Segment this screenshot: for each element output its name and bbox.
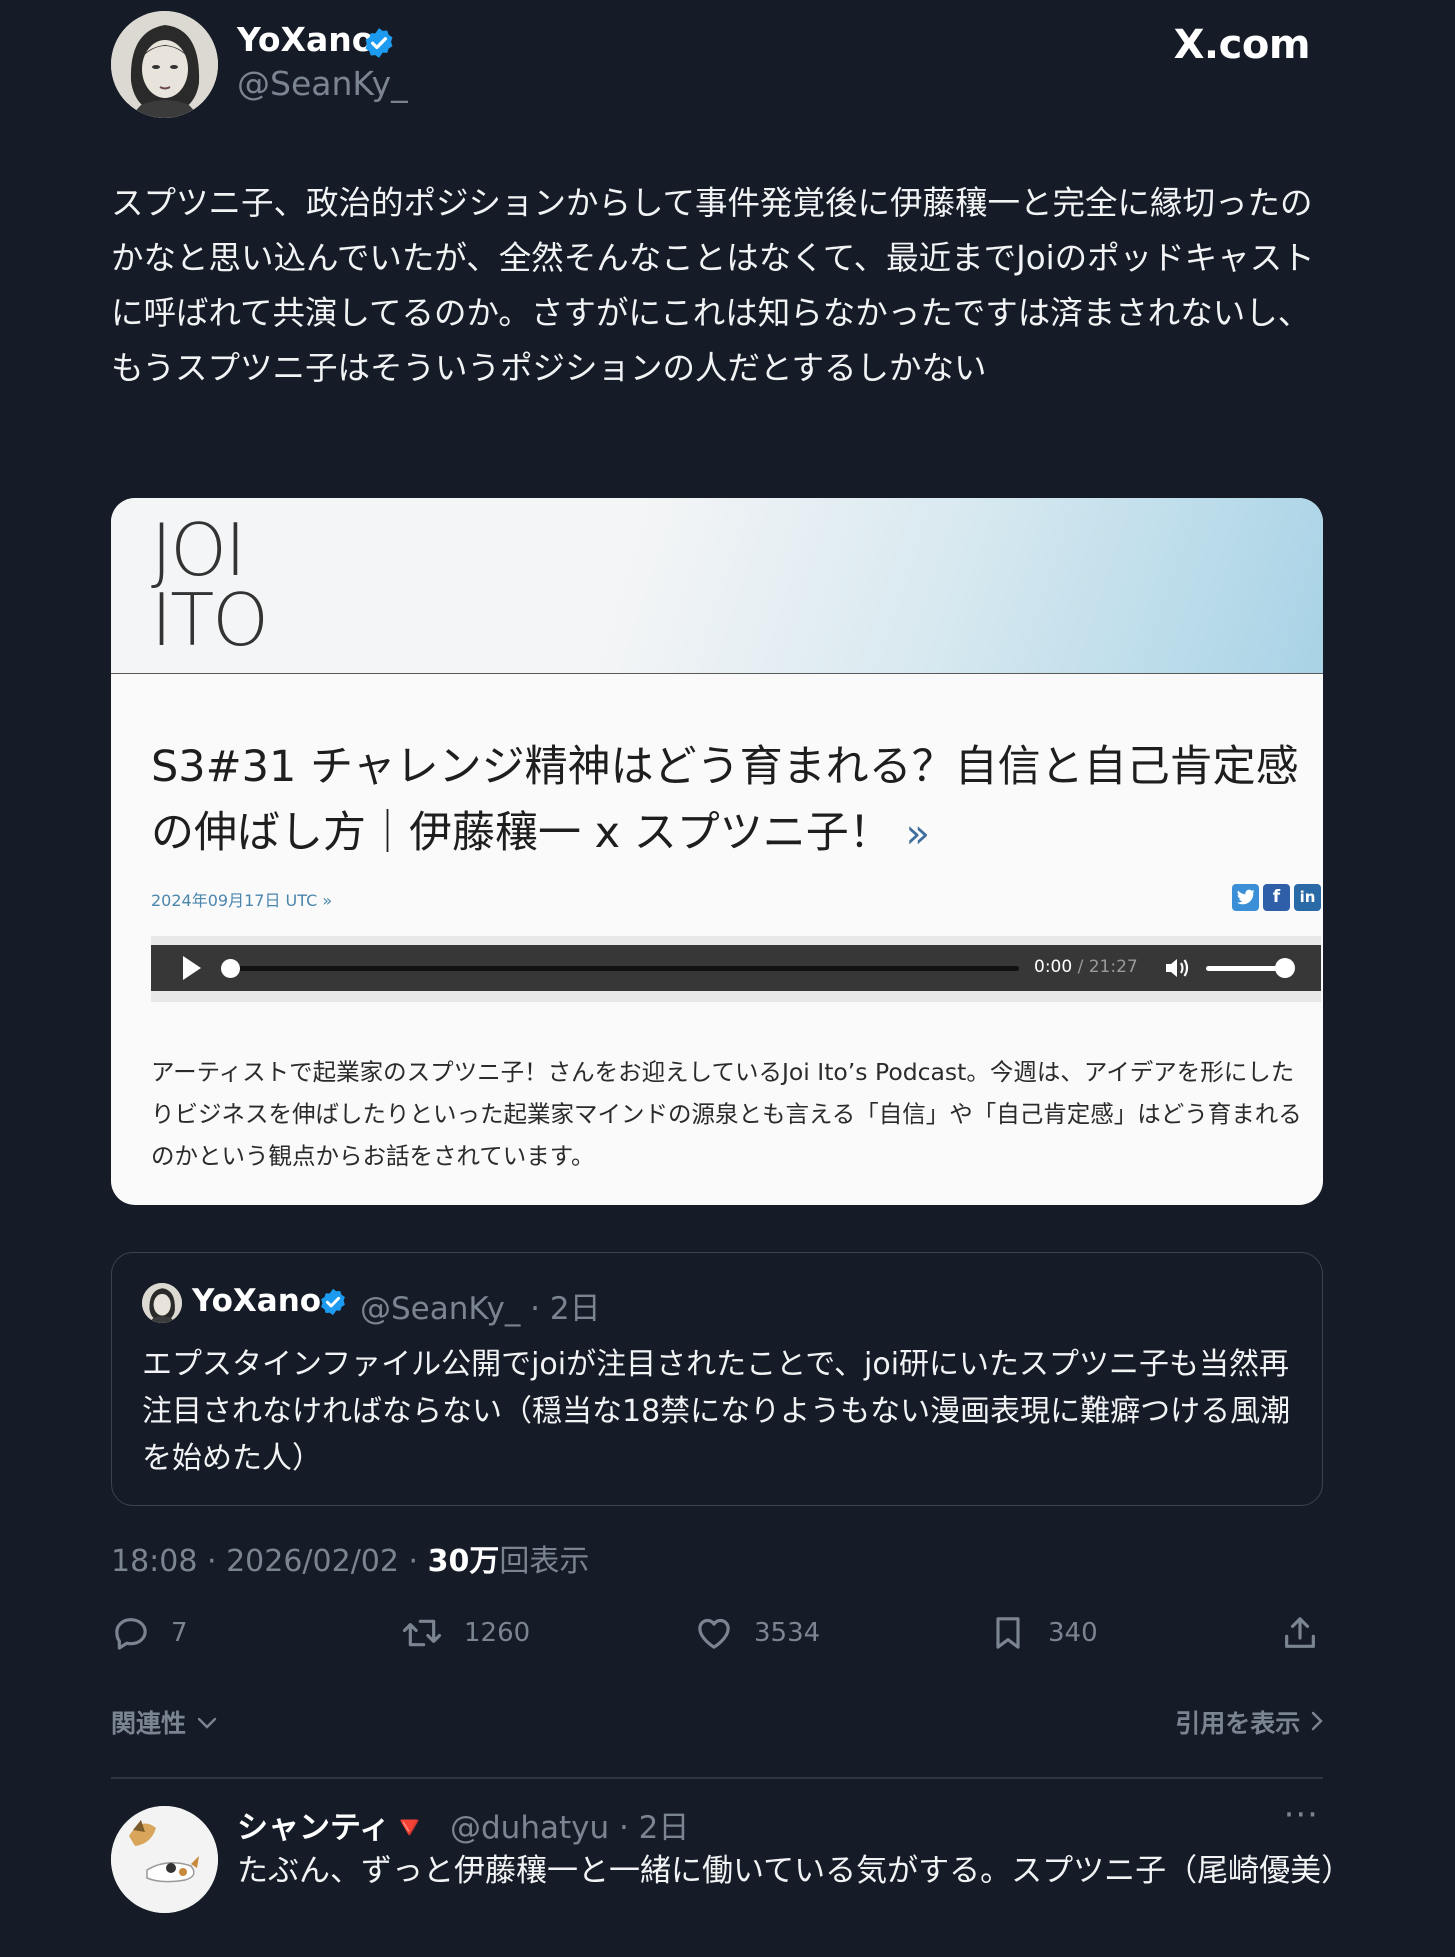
tweet-meta: 18:08 · 2026/02/02 · 30万回表示	[111, 1536, 589, 1580]
views-count: 30万	[427, 1544, 500, 1579]
bookmark-icon	[996, 1617, 1020, 1649]
audio-player: 0:00 / 21:27	[151, 945, 1321, 991]
share-icons: f in	[1228, 884, 1321, 911]
joi-ito-logo-line2: ITO	[151, 578, 269, 662]
card-banner: JOI ITO	[111, 498, 1323, 674]
heart-icon	[698, 1618, 730, 1649]
x-logo[interactable]: X.com	[1174, 22, 1311, 68]
card-date[interactable]: 2024年09月17日 UTC »	[151, 887, 332, 911]
like-count: 3534	[754, 1618, 821, 1648]
volume-handle[interactable]	[1275, 958, 1295, 978]
chevron-right-icon	[1311, 1711, 1323, 1731]
bookmark-button[interactable]: 340	[988, 1608, 1098, 1658]
bookmark-count: 340	[1048, 1618, 1098, 1648]
reply-text: たぶん、ずっと伊藤穰一と一緒に働いている気がする。スプツニ子（尾崎優美）	[237, 1853, 1353, 1889]
reply-button[interactable]: 7	[111, 1608, 188, 1658]
reply-author-avatar[interactable]	[111, 1806, 218, 1913]
play-icon[interactable]	[181, 954, 203, 982]
view-quotes-link[interactable]: 引用を表示	[1175, 1704, 1325, 1740]
reply-icon	[115, 1618, 147, 1650]
linkedin-icon[interactable]: in	[1294, 884, 1321, 911]
progress-bar[interactable]	[229, 966, 1019, 971]
card-title[interactable]: S3#31 チャレンジ精神はどう育まれる？自信と自己肯定感の伸ばし方｜伊藤穰一 …	[151, 734, 1301, 867]
quote-author-name[interactable]: YoXano	[192, 1283, 321, 1319]
divider	[111, 1777, 1323, 1779]
card-description: アーティストで起業家のスプツニ子！さんをお迎えしているJoi Ito’s Pod…	[151, 1058, 1302, 1170]
quote-author-avatar[interactable]	[142, 1283, 182, 1323]
card-title-text[interactable]: S3#31 チャレンジ精神はどう育まれる？自信と自己肯定感の伸ばし方｜伊藤穰一 …	[151, 742, 1299, 858]
quote-author-handle[interactable]: @SeanKy_ · 2日	[360, 1283, 601, 1328]
sort-label[interactable]: 関連性	[111, 1709, 186, 1738]
retweet-count: 1260	[464, 1618, 531, 1648]
reply-count: 7	[171, 1618, 188, 1648]
volume-slider[interactable]	[1206, 966, 1286, 971]
reply-author-handle[interactable]: @duhatyu · 2日	[450, 1802, 689, 1847]
volume-icon[interactable]	[1164, 956, 1192, 980]
facebook-icon[interactable]: f	[1263, 884, 1290, 911]
chevron-down-icon	[197, 1717, 216, 1729]
retweet-button[interactable]: 1260	[400, 1608, 530, 1658]
link-card[interactable]: JOI ITO S3#31 チャレンジ精神はどう育まれる？自信と自己肯定感の伸ば…	[111, 498, 1323, 1205]
more-options-icon[interactable]: ···	[1284, 1795, 1319, 1835]
tweet-text: スプツニ子、政治的ポジションからして事件発覚後に伊藤穰一と完全に縁切ったのかなと…	[111, 184, 1315, 387]
quoted-tweet[interactable]: YoXano @SeanKy_ · 2日 エプスタインファイル公開でjoiが注目…	[111, 1252, 1323, 1506]
current-time: 0:00	[1034, 957, 1073, 977]
audio-player-frame: 0:00 / 21:27	[151, 936, 1321, 1002]
like-button[interactable]: 3534	[694, 1608, 820, 1658]
views-label: 回表示	[499, 1544, 590, 1579]
reply-author-name[interactable]: シャンティ🔻	[237, 1802, 429, 1847]
author-name[interactable]: YoXano	[237, 20, 374, 59]
quote-text: エプスタインファイル公開でjoiが注目されたことで、joi研にいたスプツニ子も当…	[142, 1347, 1291, 1476]
author-handle[interactable]: @SeanKy_	[237, 64, 408, 103]
share-button[interactable]	[1280, 1608, 1340, 1658]
title-more-link[interactable]: »	[905, 811, 929, 857]
share-icon	[1285, 1617, 1315, 1648]
twitter-icon[interactable]	[1232, 884, 1259, 911]
author-avatar[interactable]	[111, 11, 218, 118]
sort-dropdown[interactable]: 関連性	[111, 1704, 219, 1740]
verified-badge-icon	[365, 28, 393, 58]
timestamp[interactable]: 18:08 · 2026/02/02 ·	[111, 1544, 428, 1579]
joi-ito-logo-line1: JOI	[151, 508, 246, 592]
quotes-label[interactable]: 引用を表示	[1175, 1709, 1300, 1738]
time-display: 0:00 / 21:27	[1034, 957, 1138, 977]
progress-handle[interactable]	[221, 959, 240, 978]
duration: / 21:27	[1077, 957, 1138, 977]
verified-badge-icon	[321, 1288, 345, 1316]
retweet-icon	[402, 1619, 442, 1647]
